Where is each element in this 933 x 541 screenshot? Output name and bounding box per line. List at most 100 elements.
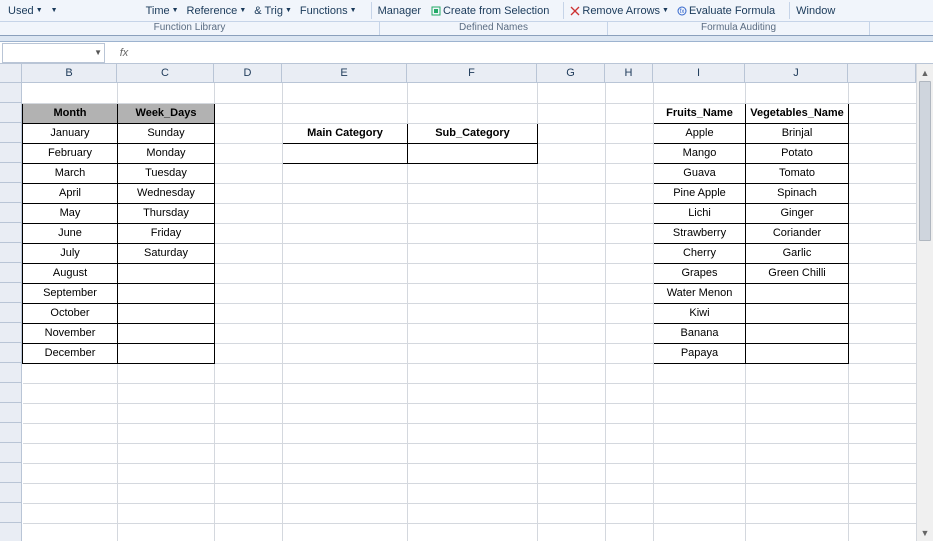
cell[interactable] — [849, 143, 917, 163]
cell[interactable] — [606, 103, 654, 123]
cell[interactable] — [654, 483, 746, 503]
row-header[interactable] — [0, 103, 22, 123]
cell[interactable] — [23, 423, 118, 443]
cell[interactable] — [118, 503, 215, 523]
cell[interactable]: October — [23, 303, 118, 323]
cell[interactable] — [606, 203, 654, 223]
cell[interactable] — [849, 503, 917, 523]
cell[interactable] — [215, 303, 283, 323]
ribbon-create-from-selection-button[interactable]: Create from Selection — [431, 0, 549, 21]
row-header[interactable] — [0, 383, 22, 403]
cell[interactable] — [408, 423, 538, 443]
cell[interactable] — [849, 363, 917, 383]
cell[interactable]: Saturday — [118, 243, 215, 263]
cell[interactable] — [538, 323, 606, 343]
cell[interactable]: Ginger — [746, 203, 849, 223]
row-header[interactable] — [0, 343, 22, 363]
cell[interactable]: Cherry — [654, 243, 746, 263]
cell[interactable] — [849, 463, 917, 483]
cell[interactable] — [606, 423, 654, 443]
cell[interactable] — [538, 123, 606, 143]
cell[interactable] — [215, 483, 283, 503]
cell[interactable]: Banana — [654, 323, 746, 343]
cell[interactable] — [283, 183, 408, 203]
cell[interactable] — [746, 323, 849, 343]
row-header[interactable] — [0, 303, 22, 323]
cell[interactable]: Mango — [654, 143, 746, 163]
cell[interactable] — [538, 103, 606, 123]
cell[interactable] — [606, 283, 654, 303]
cell[interactable] — [606, 83, 654, 103]
row-header[interactable] — [0, 263, 22, 283]
cell[interactable] — [606, 403, 654, 423]
cell[interactable]: Tomato — [746, 163, 849, 183]
cell[interactable] — [606, 463, 654, 483]
cell[interactable]: January — [23, 123, 118, 143]
row-header[interactable] — [0, 223, 22, 243]
cell[interactable] — [215, 243, 283, 263]
cell[interactable] — [118, 263, 215, 283]
cell[interactable]: Spinach — [746, 183, 849, 203]
cell[interactable] — [538, 223, 606, 243]
cell[interactable]: Papaya — [654, 343, 746, 363]
cell[interactable]: Wednesday — [118, 183, 215, 203]
cell[interactable] — [118, 483, 215, 503]
cell[interactable] — [283, 263, 408, 283]
cell[interactable] — [283, 523, 408, 541]
cell[interactable] — [118, 83, 215, 103]
cell[interactable] — [118, 463, 215, 483]
cell[interactable] — [654, 403, 746, 423]
ribbon-evaluate-formula-button[interactable]: fx Evaluate Formula — [677, 0, 775, 21]
cell[interactable] — [538, 423, 606, 443]
ribbon-functions-dropdown[interactable]: Functions▼ — [300, 0, 357, 21]
cell[interactable] — [215, 83, 283, 103]
cell[interactable] — [849, 183, 917, 203]
cell[interactable]: July — [23, 243, 118, 263]
cell[interactable] — [746, 303, 849, 323]
cell[interactable] — [23, 483, 118, 503]
cell[interactable]: Sunday — [118, 123, 215, 143]
cell[interactable] — [849, 343, 917, 363]
cell[interactable] — [408, 503, 538, 523]
cell[interactable] — [849, 483, 917, 503]
cell[interactable] — [654, 503, 746, 523]
scroll-thumb[interactable] — [919, 81, 931, 241]
col-header-h[interactable]: H — [605, 64, 653, 83]
cell[interactable] — [654, 383, 746, 403]
cell[interactable] — [408, 243, 538, 263]
name-box[interactable]: ▼ — [2, 43, 105, 63]
cell[interactable] — [538, 143, 606, 163]
cell[interactable] — [408, 463, 538, 483]
cell[interactable] — [538, 383, 606, 403]
cell[interactable] — [606, 183, 654, 203]
cell[interactable] — [746, 423, 849, 443]
cell[interactable] — [849, 223, 917, 243]
cell[interactable] — [606, 223, 654, 243]
cell[interactable]: November — [23, 323, 118, 343]
cell[interactable] — [23, 443, 118, 463]
cell[interactable] — [215, 103, 283, 123]
cell[interactable] — [606, 443, 654, 463]
cell[interactable] — [215, 463, 283, 483]
cell[interactable] — [408, 103, 538, 123]
cell[interactable] — [408, 363, 538, 383]
row-header[interactable] — [0, 363, 22, 383]
cell[interactable] — [215, 323, 283, 343]
cell[interactable] — [408, 263, 538, 283]
cell[interactable]: Guava — [654, 163, 746, 183]
cell[interactable] — [283, 363, 408, 383]
cell[interactable] — [538, 203, 606, 223]
cell[interactable] — [849, 523, 917, 541]
cell[interactable]: Strawberry — [654, 223, 746, 243]
cell[interactable] — [654, 523, 746, 541]
row-header[interactable] — [0, 423, 22, 443]
cell[interactable] — [283, 303, 408, 323]
row-header[interactable] — [0, 483, 22, 503]
cell[interactable] — [118, 383, 215, 403]
cell[interactable] — [606, 163, 654, 183]
cell[interactable] — [215, 403, 283, 423]
ribbon-time-dropdown[interactable]: Time▼ — [146, 0, 179, 21]
cell[interactable] — [538, 523, 606, 541]
cell[interactable] — [215, 383, 283, 403]
cell[interactable] — [118, 363, 215, 383]
